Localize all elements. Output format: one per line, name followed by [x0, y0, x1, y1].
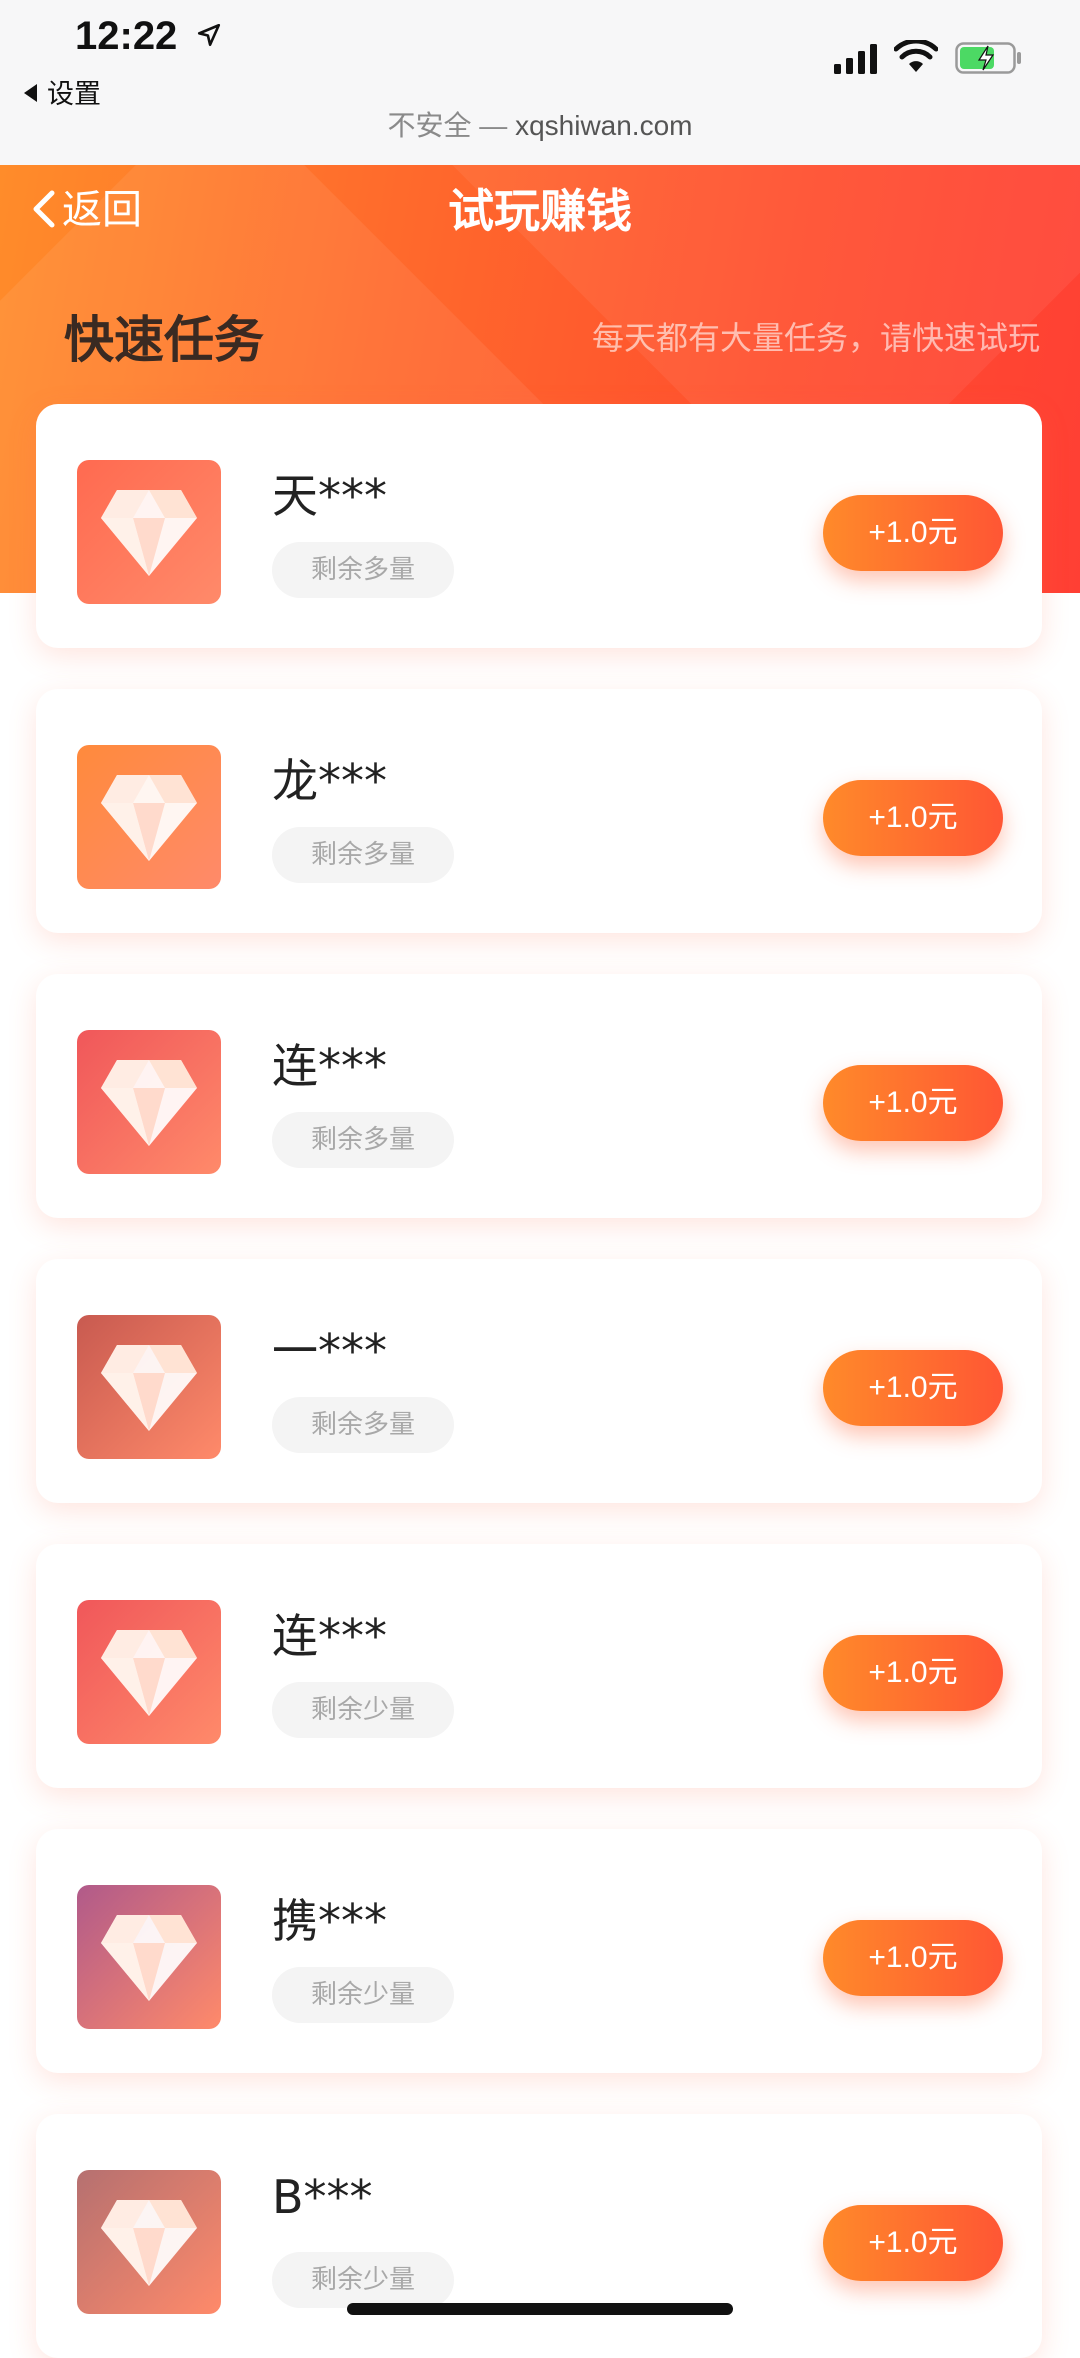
insecure-label: 不安全 —: [387, 110, 508, 141]
remaining-badge: 剩余多量: [272, 1112, 454, 1168]
reward-button[interactable]: +1.0元: [823, 1635, 1003, 1711]
wifi-icon: [894, 40, 938, 72]
app-icon: [77, 1030, 221, 1174]
task-name: B***: [272, 2170, 373, 2224]
remaining-badge: 剩余多量: [272, 1397, 454, 1453]
task-card[interactable]: B*** 剩余少量 +1.0元: [36, 2114, 1042, 2358]
diamond-icon: [101, 2200, 197, 2286]
app-icon: [77, 1885, 221, 2029]
cellular-signal-icon: [834, 44, 877, 74]
reward-button[interactable]: +1.0元: [823, 495, 1003, 571]
url-text: xqshiwan.com: [515, 110, 693, 141]
task-card[interactable]: 天*** 剩余多量 +1.0元: [36, 404, 1042, 648]
section-title: 快速任务: [64, 311, 264, 369]
battery-charging-icon: [955, 42, 1021, 74]
diamond-icon: [101, 1630, 197, 1716]
diamond-icon: [101, 490, 197, 576]
app-icon: [77, 460, 221, 604]
remaining-badge: 剩余多量: [272, 827, 454, 883]
reward-button[interactable]: +1.0元: [823, 1920, 1003, 1996]
remaining-badge: 剩余少量: [272, 1967, 454, 2023]
diamond-icon: [101, 1345, 197, 1431]
task-card[interactable]: 一*** 剩余多量 +1.0元: [36, 1259, 1042, 1503]
app-icon: [77, 745, 221, 889]
back-triangle-icon: [24, 84, 37, 102]
reward-button[interactable]: +1.0元: [823, 1065, 1003, 1141]
diamond-icon: [101, 775, 197, 861]
remaining-badge: 剩余少量: [272, 2252, 454, 2308]
address-bar[interactable]: 不安全 — xqshiwan.com: [0, 104, 1080, 144]
section-subtitle: 每天都有大量任务，请快速试玩: [591, 319, 1040, 357]
task-name: 一***: [272, 1324, 387, 1378]
task-name: 连***: [272, 1609, 387, 1663]
task-name: 龙***: [272, 754, 387, 808]
task-name: 天***: [272, 469, 387, 523]
status-bar: 12:22 设置 不安全 — xqshiwan.com: [0, 0, 1080, 165]
task-name: 携***: [272, 1894, 387, 1948]
task-name: 连***: [272, 1039, 387, 1093]
task-card[interactable]: 连*** 剩余少量 +1.0元: [36, 1544, 1042, 1788]
app-icon: [77, 2170, 221, 2314]
page-title: 试玩赚钱: [448, 184, 632, 238]
clock: 12:22: [75, 14, 178, 58]
home-indicator: [347, 2303, 733, 2315]
task-card[interactable]: 龙*** 剩余多量 +1.0元: [36, 689, 1042, 933]
app-icon: [77, 1600, 221, 1744]
task-card[interactable]: 携*** 剩余少量 +1.0元: [36, 1829, 1042, 2073]
reward-button[interactable]: +1.0元: [823, 2205, 1003, 2281]
task-card[interactable]: 连*** 剩余多量 +1.0元: [36, 974, 1042, 1218]
reward-button[interactable]: +1.0元: [823, 1350, 1003, 1426]
app-icon: [77, 1315, 221, 1459]
diamond-icon: [101, 1060, 197, 1146]
reward-button[interactable]: +1.0元: [823, 780, 1003, 856]
location-arrow-icon: [197, 23, 221, 47]
remaining-badge: 剩余多量: [272, 542, 454, 598]
remaining-badge: 剩余少量: [272, 1682, 454, 1738]
diamond-icon: [101, 1915, 197, 2001]
